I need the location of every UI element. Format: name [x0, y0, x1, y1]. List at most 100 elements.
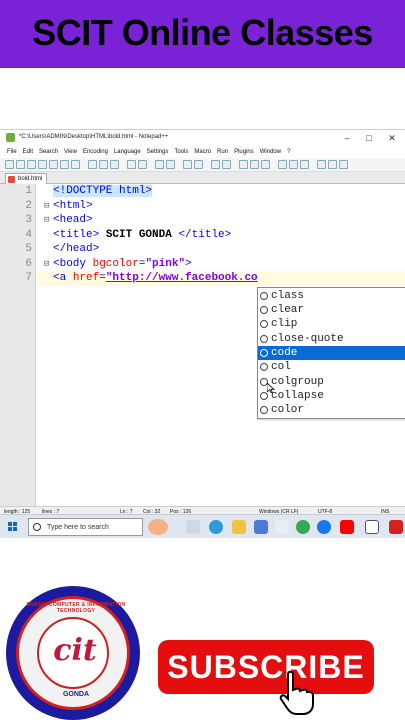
pointing-hand-icon [279, 670, 314, 715]
file-explorer-icon[interactable] [232, 520, 246, 534]
menu-encoding[interactable]: Encoding [83, 149, 108, 155]
app-icon[interactable] [389, 520, 403, 534]
new-file-icon[interactable] [5, 160, 14, 169]
title-text: SCIT GONDA [99, 229, 179, 241]
windows-start-icon[interactable] [8, 522, 18, 532]
line-number: 5 [25, 243, 32, 255]
indent-guide-icon[interactable] [261, 160, 270, 169]
store-icon[interactable] [254, 520, 268, 534]
taskbar-search-input[interactable]: Type here to search [28, 518, 143, 536]
subscribe-button[interactable]: SUBSCRIBE [158, 640, 374, 694]
fold-toggle-icon[interactable]: ⊟ [44, 201, 49, 211]
menu-tools[interactable]: Tools [174, 149, 188, 155]
logo-arc-text: SHASHI COMPUTER & INFORMATION TECHNOLOGY [26, 602, 126, 614]
keyword-icon [260, 392, 268, 400]
menu-search[interactable]: Search [39, 149, 58, 155]
close-all-icon[interactable] [60, 160, 69, 169]
folder-workspace-icon[interactable] [300, 160, 309, 169]
body-tag-end: > [185, 258, 192, 270]
sync-vertical-icon[interactable] [211, 160, 220, 169]
keyword-icon [260, 306, 268, 314]
function-list-icon[interactable] [289, 160, 298, 169]
menu-bar: File Edit Search View Encoding Language … [0, 146, 405, 158]
play-macro-icon[interactable] [339, 160, 348, 169]
zoom-out-icon[interactable] [194, 160, 203, 169]
doc-map-icon[interactable] [278, 160, 287, 169]
paste-icon[interactable] [110, 160, 119, 169]
menu-language[interactable]: Language [114, 149, 141, 155]
youtube-icon[interactable] [340, 520, 354, 534]
menu-macro[interactable]: Macro [194, 149, 211, 155]
title-close-tag: </title> [178, 229, 232, 241]
word-wrap-icon[interactable] [239, 160, 248, 169]
subscribe-label: SUBSCRIBE [167, 649, 365, 685]
redo-icon[interactable] [138, 160, 147, 169]
autocomplete-item[interactable]: col [258, 360, 405, 374]
autocomplete-item[interactable]: colgroup [258, 375, 405, 389]
menu-run[interactable]: Run [217, 149, 228, 155]
copy-icon[interactable] [99, 160, 108, 169]
menu-window[interactable]: Window [260, 149, 281, 155]
maximize-button[interactable]: □ [362, 132, 376, 144]
logo-inner-circle: cit [37, 617, 109, 689]
autocomplete-popup[interactable]: class clear clip close-quote code col co… [257, 287, 405, 419]
chrome-icon[interactable] [296, 520, 310, 534]
autocomplete-item[interactable]: collapse [258, 389, 405, 403]
fold-toggle-icon[interactable]: ⊟ [44, 215, 49, 225]
cut-icon[interactable] [88, 160, 97, 169]
menu-settings[interactable]: Settings [147, 149, 169, 155]
autocomplete-item-selected[interactable]: code [258, 346, 405, 360]
search-placeholder: Type here to search [47, 524, 109, 531]
task-view-icon[interactable] [186, 520, 200, 534]
menu-plugins[interactable]: Plugins [234, 149, 254, 155]
facebook-icon[interactable] [317, 520, 331, 534]
code-line-6: <body bgcolor="pink"> [53, 258, 192, 270]
minimize-button[interactable]: – [340, 132, 354, 144]
mouse-pointer-icon [267, 383, 275, 393]
menu-file[interactable]: File [7, 149, 17, 155]
find-icon[interactable] [155, 160, 164, 169]
autocomplete-item[interactable]: close-quote [258, 332, 405, 346]
line-number: 6 [25, 258, 32, 270]
open-file-icon[interactable] [16, 160, 25, 169]
code-line-2: <html> [53, 200, 93, 212]
print-icon[interactable] [71, 160, 80, 169]
record-macro-icon[interactable] [317, 160, 326, 169]
line-number: 1 [25, 185, 32, 197]
zoom-in-icon[interactable] [183, 160, 192, 169]
html-open-tag: <html> [53, 200, 93, 212]
stop-macro-icon[interactable] [328, 160, 337, 169]
save-all-icon[interactable] [38, 160, 47, 169]
fold-toggle-icon[interactable]: ⊟ [44, 259, 49, 269]
logo-cit-text: cit [53, 633, 97, 668]
menu-edit[interactable]: Edit [23, 149, 33, 155]
close-file-icon[interactable] [49, 160, 58, 169]
doctype-token: <!DOCTYPE html> [53, 185, 153, 197]
menu-view[interactable]: View [64, 149, 77, 155]
edge-browser-icon[interactable] [209, 520, 223, 534]
keyword-icon [260, 320, 268, 328]
mail-icon[interactable] [275, 520, 289, 534]
show-all-chars-icon[interactable] [250, 160, 259, 169]
autocomplete-item[interactable]: class [258, 289, 405, 303]
banner-title: SCIT Online Classes [32, 12, 373, 53]
code-line-7: <a href="http://www.facebook.co [53, 272, 258, 284]
menu-help[interactable]: ? [287, 149, 290, 155]
undo-icon[interactable] [127, 160, 136, 169]
sync-horizontal-icon[interactable] [222, 160, 231, 169]
tab-bold-html[interactable]: bold.html [5, 173, 48, 184]
search-icon [33, 523, 41, 531]
head-open-tag: <head> [53, 214, 93, 226]
replace-icon[interactable] [166, 160, 175, 169]
close-button[interactable]: ✕ [385, 132, 399, 144]
people-icon[interactable] [148, 519, 168, 535]
notepad-app-icon [6, 133, 15, 142]
line-number: 4 [25, 229, 32, 241]
window-title: *C:\Users\ADMIN\Desktop\HTML\bold.html -… [19, 134, 169, 140]
save-icon[interactable] [27, 160, 36, 169]
autocomplete-item[interactable]: clear [258, 303, 405, 317]
autocomplete-item[interactable]: color [258, 403, 405, 417]
code-line-5: </head> [53, 243, 99, 255]
document-icon[interactable] [365, 520, 379, 534]
autocomplete-item[interactable]: clip [258, 317, 405, 331]
